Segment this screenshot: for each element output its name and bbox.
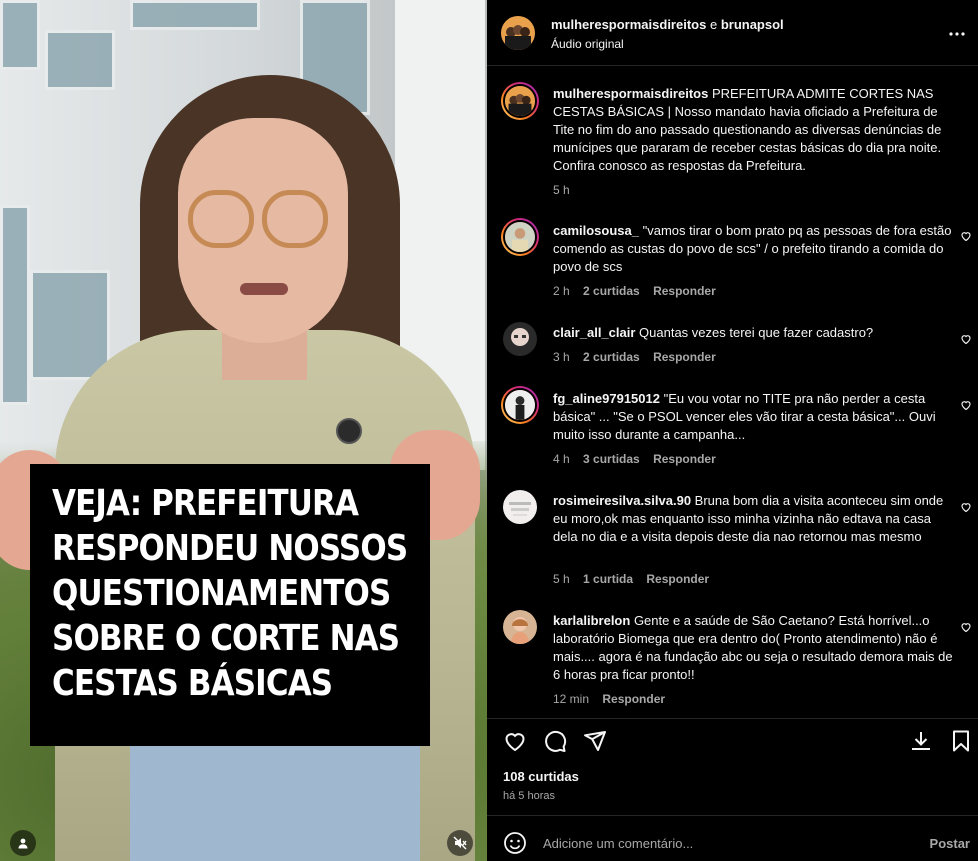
caption-username[interactable]: mulherespormaisdireitos: [553, 86, 708, 101]
comment-meta: 12 min Responder: [553, 692, 665, 706]
comment-likes[interactable]: 2 curtidas: [583, 284, 640, 298]
comment-heart-icon[interactable]: [960, 398, 972, 416]
caption-time: 5 h: [553, 183, 570, 197]
post-panel: mulherespormaisdireitos e brunapsol Áudi…: [487, 0, 978, 861]
reel-video[interactable]: VEJA: PREFEITURA RESPONDEU NOSSOS QUESTI…: [0, 0, 487, 861]
overlay-line: RESPONDEU NOSSOS: [52, 528, 408, 569]
download-icon[interactable]: [909, 729, 933, 758]
comment-heart-icon[interactable]: [960, 500, 972, 518]
comment-time: 5 h: [553, 572, 570, 586]
comment-avatar[interactable]: [501, 218, 539, 256]
overlay-line: SOBRE O CORTE NAS: [52, 618, 400, 659]
reply-button[interactable]: Responder: [653, 350, 716, 364]
comment-avatar[interactable]: [503, 322, 537, 356]
emoji-icon[interactable]: [503, 831, 527, 860]
comment-username[interactable]: clair_all_clair: [553, 325, 635, 340]
likes-count[interactable]: 108 curtidas: [503, 769, 579, 784]
reply-button[interactable]: Responder: [602, 692, 665, 706]
comment: fg_aline97915012 "Eu vou votar no TITE p…: [553, 390, 953, 444]
comment-username[interactable]: karlalibrelon: [553, 613, 630, 628]
comment-time: 2 h: [553, 284, 570, 298]
microphone: [336, 418, 362, 444]
muted-icon[interactable]: [447, 830, 473, 856]
more-options-icon[interactable]: [948, 24, 966, 42]
comment-likes[interactable]: 2 curtidas: [583, 350, 640, 364]
comment-avatar[interactable]: [501, 386, 539, 424]
overlay-line: VEJA: PREFEITURA: [52, 483, 359, 524]
heart-icon[interactable]: [503, 729, 527, 758]
comment-time: 12 min: [553, 692, 590, 706]
comment-heart-icon[interactable]: [960, 229, 972, 247]
author-avatar[interactable]: [501, 16, 535, 50]
comment: clair_all_clair Quantas vezes terei que …: [553, 324, 953, 342]
comment-meta: 3 h 2 curtidas Responder: [553, 350, 716, 364]
reply-button[interactable]: Responder: [653, 284, 716, 298]
comment: camilosousa_ "vamos tirar o bom prato pq…: [553, 222, 953, 276]
comment-heart-icon[interactable]: [960, 332, 972, 350]
comment-likes[interactable]: 1 curtida: [583, 572, 633, 586]
glasses-right-lens: [262, 190, 328, 248]
glasses-left-lens: [188, 190, 254, 248]
comment-username[interactable]: fg_aline97915012: [553, 391, 660, 406]
comment-heart-icon[interactable]: [960, 620, 972, 638]
caption-avatar[interactable]: [501, 82, 539, 120]
post-header: mulherespormaisdireitos e brunapsol Áudi…: [487, 0, 978, 66]
reply-button[interactable]: Responder: [646, 572, 709, 586]
comment-input[interactable]: Adicione um comentário...: [543, 836, 693, 851]
comment-text: Quantas vezes terei que fazer cadastro?: [639, 325, 874, 340]
coauthor-username[interactable]: brunapsol: [721, 17, 784, 32]
comment-meta: 2 h 2 curtidas Responder: [553, 284, 716, 298]
comment-avatar[interactable]: [503, 490, 537, 524]
overlay-line: CESTAS BÁSICAS: [52, 663, 333, 704]
overlay-line: QUESTIONAMENTOS: [52, 573, 391, 614]
comment: karlalibrelon Gente e a saúde de São Cae…: [553, 612, 953, 684]
post-button[interactable]: Postar: [930, 836, 970, 851]
post-caption: mulherespormaisdireitos PREFEITURA ADMIT…: [553, 85, 953, 175]
author-username[interactable]: mulherespormaisdireitos: [551, 17, 706, 32]
share-icon[interactable]: [583, 729, 607, 758]
bookmark-icon[interactable]: [949, 729, 973, 758]
action-bar: [487, 718, 978, 762]
audio-label[interactable]: Áudio original: [551, 37, 624, 51]
user-tag-icon[interactable]: [10, 830, 36, 856]
comment-time: 4 h: [553, 452, 570, 466]
comment-likes[interactable]: 3 curtidas: [583, 452, 640, 466]
presenter-mouth: [240, 283, 288, 295]
add-comment-bar: Adicione um comentário... Postar: [487, 815, 978, 861]
author-joiner: e: [709, 17, 718, 32]
comment-icon[interactable]: [543, 729, 567, 758]
comment-username[interactable]: camilosousa_: [553, 223, 639, 238]
comment: rosimeiresilva.silva.90 Bruna bom dia a …: [553, 492, 953, 546]
comment-username[interactable]: rosimeiresilva.silva.90: [553, 493, 691, 508]
comment-meta: 4 h 3 curtidas Responder: [553, 452, 716, 466]
comment-avatar[interactable]: [503, 610, 537, 644]
comment-meta: 5 h 1 curtida Responder: [553, 572, 709, 586]
comment-time: 3 h: [553, 350, 570, 364]
reply-button[interactable]: Responder: [653, 452, 716, 466]
post-date: há 5 horas: [503, 790, 555, 802]
